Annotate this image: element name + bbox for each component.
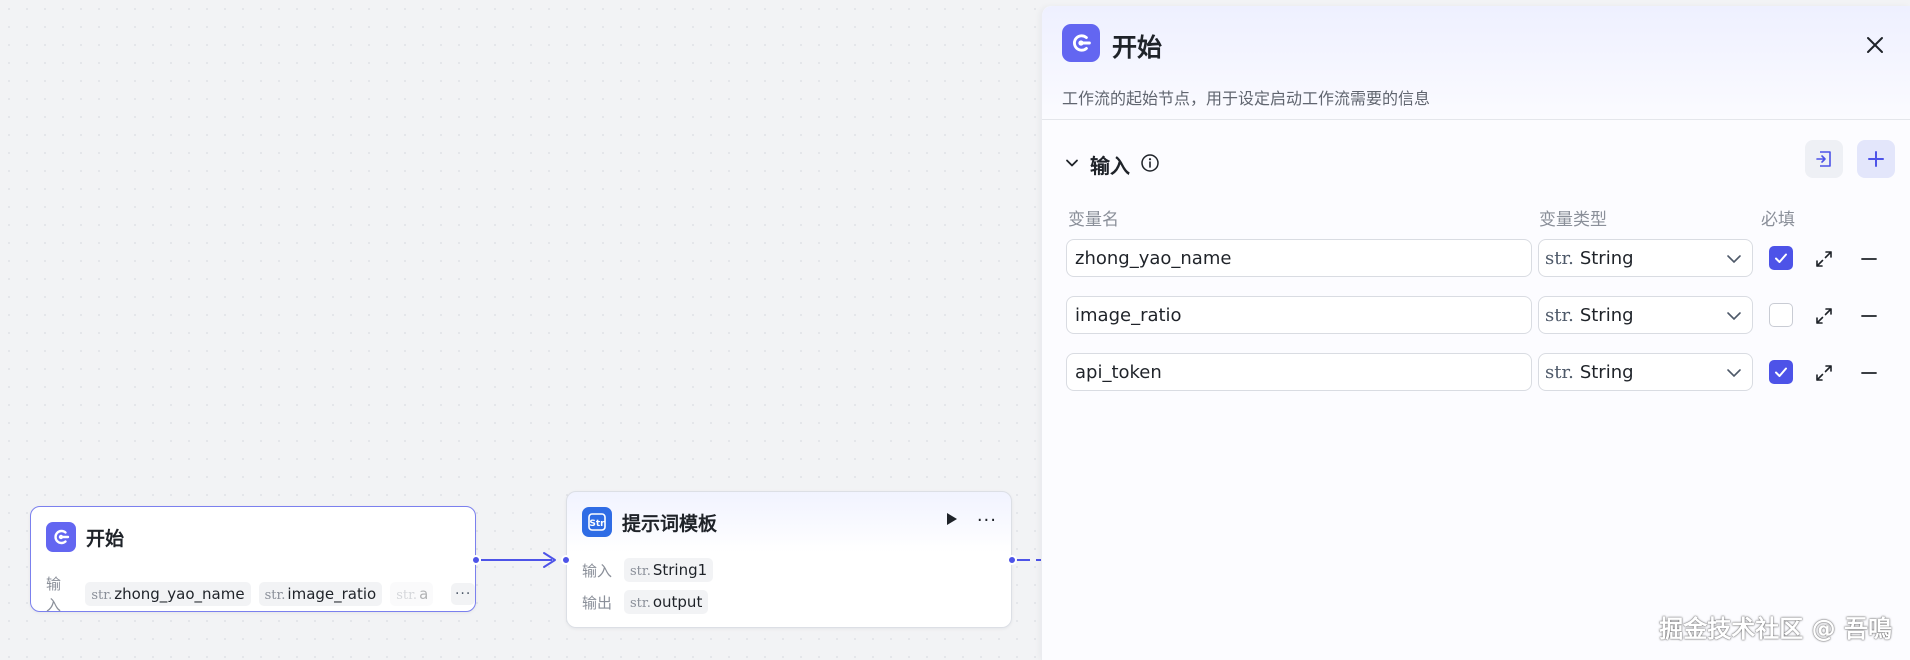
param-type: str. [91,588,113,603]
output-port[interactable] [471,555,481,565]
input-port[interactable] [561,555,571,565]
input-label: 输入 [582,561,613,580]
more-options-icon[interactable]: ··· [977,510,997,531]
param-type: str. [396,588,418,603]
variable-name-input[interactable] [1066,296,1532,334]
variable-type-select[interactable]: str. String [1538,296,1753,334]
type-value: String [1579,361,1634,383]
column-header-type: 变量类型 [1539,210,1607,230]
param-chip: str. output [624,590,709,614]
start-flag-icon [46,522,76,552]
add-variable-button[interactable] [1857,140,1895,178]
run-play-icon[interactable] [943,511,959,531]
start-flag-icon [1062,24,1100,62]
str-template-icon: Str [582,507,612,537]
param-name: String1 [652,561,708,579]
column-header-name: 变量名 [1068,210,1119,230]
input-label: 输入 [46,575,62,614]
template-node-outputs: 输出 str. output [582,590,709,614]
chevron-down-icon [1727,255,1741,264]
edge-arrow-head [543,552,556,568]
required-checkbox[interactable] [1769,360,1793,384]
variable-row: str. String [1066,239,1906,279]
type-value: String [1579,247,1634,269]
remove-variable-icon[interactable] [1858,305,1880,327]
required-checkbox[interactable] [1769,246,1793,270]
close-icon[interactable] [1862,32,1888,58]
required-checkbox[interactable] [1769,303,1793,327]
panel-description: 工作流的起始节点，用于设定启动工作流需要的信息 [1062,89,1431,108]
variable-type-select[interactable]: str. String [1538,353,1753,391]
template-node-inputs: 输入 str. String1 [582,558,714,582]
type-prefix: str. [1545,361,1574,383]
prompt-template-node[interactable]: Str 提示词模板 ··· 输入 str. String1 输出 str. ou… [561,491,1017,628]
input-section-header[interactable]: 输入 [1064,150,1160,179]
import-icon [1816,151,1831,167]
param-name: output [652,593,703,611]
type-prefix: str. [1545,247,1574,269]
output-label: 输出 [582,593,613,612]
svg-text:Str: Str [589,519,605,529]
section-title: 输入 [1090,154,1130,178]
variable-name-input[interactable] [1066,353,1532,391]
param-name: zhong_yao_name [114,585,245,603]
import-variables-button[interactable] [1805,140,1843,178]
param-type: str. [630,564,651,579]
start-node[interactable]: 开始 输入 str. zhong_yao_name str. image_rat… [30,506,481,615]
expand-icon[interactable] [1813,248,1835,270]
output-port[interactable] [1007,555,1017,565]
plus-icon [1868,151,1884,167]
checkmark-icon [1775,367,1787,377]
node-settings-panel: 开始 工作流的起始节点，用于设定启动工作流需要的信息 输入 变量名 变量类型 必… [1041,6,1910,660]
start-node-inputs: 输入 str. zhong_yao_name str. image_ratio … [46,573,475,615]
variable-type-select[interactable]: str. String [1538,239,1753,277]
param-chip: str. zhong_yao_name [85,582,251,606]
info-icon[interactable] [1140,153,1160,177]
chevron-down-icon [1727,369,1741,378]
expand-icon[interactable] [1813,362,1835,384]
column-header-required: 必填 [1761,210,1795,230]
template-node-title: 提示词模板 [622,512,718,535]
type-value: String [1579,304,1634,326]
param-name: image_ratio [287,585,377,603]
variable-row: str. String [1066,353,1906,393]
param-chip-truncated: str. a [390,582,434,606]
remove-variable-icon[interactable] [1858,362,1880,384]
start-node-header: 开始 [46,522,124,552]
param-type: str. [630,596,651,611]
type-prefix: str. [1545,304,1574,326]
param-type: str. [264,588,286,603]
chevron-down-icon [1727,312,1741,321]
variable-row: str. String [1066,296,1906,336]
watermark: 掘金技术社区 @ 吾鳴 [1659,615,1892,643]
panel-title[interactable]: 开始 [1112,28,1162,64]
panel-header: 开始 工作流的起始节点，用于设定启动工作流需要的信息 [1042,6,1910,120]
param-chip: str. image_ratio [258,582,383,606]
expand-icon[interactable] [1813,305,1835,327]
template-node-actions: ··· [943,510,997,531]
checkmark-icon [1775,253,1787,263]
template-node-header: Str 提示词模板 [582,507,717,537]
remove-variable-icon[interactable] [1858,248,1880,270]
more-params-button[interactable]: ··· [451,583,475,605]
variable-name-input[interactable] [1066,239,1532,277]
param-name: a [419,585,429,603]
start-node-title: 开始 [86,527,125,550]
param-chip: str. String1 [624,558,714,582]
chevron-down-icon[interactable] [1064,155,1080,175]
